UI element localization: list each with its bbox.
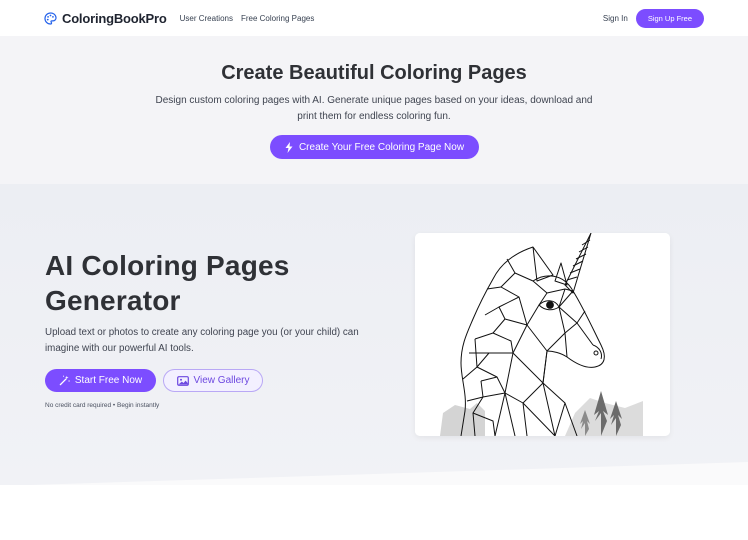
image-icon (176, 375, 189, 386)
start-free-label: Start Free Now (74, 375, 143, 386)
nav-actions: Sign In Sign Up Free (603, 8, 704, 28)
generator-subtitle: Upload text or photos to create any colo… (45, 327, 359, 354)
hero-subtitle: Design custom coloring pages with AI. Ge… (155, 95, 593, 122)
unicorn-illustration-card (415, 233, 670, 436)
brand-name: ColoringBookPro (62, 10, 167, 26)
nav-link-free-coloring-pages[interactable]: Free Coloring Pages (241, 14, 314, 23)
view-gallery-button[interactable]: View Gallery (163, 369, 263, 392)
lightning-icon (285, 141, 293, 153)
sign-up-button[interactable]: Sign Up Free (635, 8, 704, 28)
create-coloring-page-button[interactable]: Create Your Free Coloring Page Now (270, 135, 479, 159)
section-divider (0, 462, 748, 486)
brand[interactable]: ColoringBookPro (44, 11, 167, 26)
nav-links: User Creations Free Coloring Pages (180, 14, 315, 23)
start-free-button[interactable]: Start Free Now (45, 369, 156, 392)
hero-banner: Create Beautiful Coloring Pages Design c… (0, 36, 748, 184)
hero-title: Create Beautiful Coloring Pages (221, 62, 527, 84)
unicorn-illustration (415, 233, 670, 436)
palette-icon (44, 11, 57, 25)
nav-link-user-creations[interactable]: User Creations (180, 14, 233, 23)
no-credit-card-note: No credit card required • Begin instantl… (45, 402, 160, 409)
magic-wand-icon (59, 375, 70, 386)
create-coloring-page-label: Create Your Free Coloring Page Now (298, 141, 465, 153)
top-nav: ColoringBookPro User Creations Free Colo… (0, 0, 748, 36)
view-gallery-label: View Gallery (193, 375, 250, 386)
generator-title: AI Coloring Pages Generator (45, 250, 290, 316)
page-footer-area (0, 485, 748, 540)
sign-in-link[interactable]: Sign In (603, 14, 628, 23)
